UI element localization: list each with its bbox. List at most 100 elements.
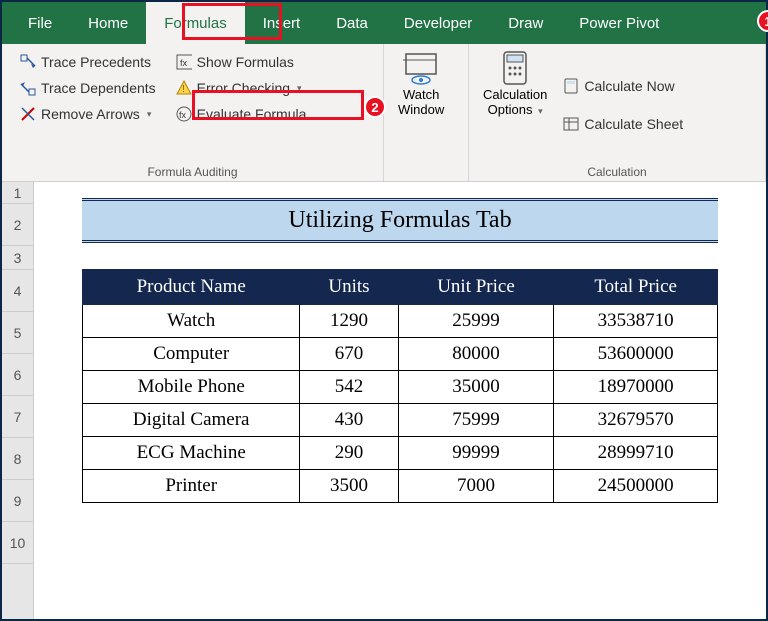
col-unit-price[interactable]: Unit Price [398,270,554,305]
ribbon-group-formula-auditing: Trace Precedents Trace Dependents Remove… [2,44,384,181]
row-header[interactable]: 9 [2,480,33,522]
cell-units[interactable]: 3500 [300,470,398,503]
cell-unit_price[interactable]: 35000 [398,371,554,404]
error-checking-label: Error Checking [197,80,290,96]
col-units[interactable]: Units [300,270,398,305]
cell-unit_price[interactable]: 80000 [398,338,554,371]
cell-unit_price[interactable]: 75999 [398,404,554,437]
worksheet: 1 2 3 4 5 6 7 8 9 10 Utilizing Formulas … [2,182,766,619]
calculate-sheet-icon [563,116,579,132]
cell-unit_price[interactable]: 7000 [398,470,554,503]
cell-product[interactable]: Computer [83,338,300,371]
group-label-watch [392,175,460,181]
cell-units[interactable]: 542 [300,371,398,404]
ribbon-group-watch: WatchWindow [384,44,469,181]
cell-total[interactable]: 18970000 [554,371,718,404]
row-headers: 1 2 3 4 5 6 7 8 9 10 [2,182,34,619]
show-formulas-button[interactable]: fx Show Formulas [172,52,311,72]
cell-units[interactable]: 290 [300,437,398,470]
cell-product[interactable]: Printer [83,470,300,503]
evaluate-formula-icon: fx [176,106,192,122]
row-header[interactable]: 2 [2,204,33,246]
watch-window-label: WatchWindow [398,88,444,118]
tab-data[interactable]: Data [318,2,386,44]
chevron-down-icon: ▾ [538,106,543,116]
cell-total[interactable]: 24500000 [554,470,718,503]
tab-developer[interactable]: Developer [386,2,490,44]
cell-units[interactable]: 1290 [300,305,398,338]
tab-home[interactable]: Home [70,2,146,44]
table-row: ECG Machine2909999928999710 [83,437,718,470]
col-product[interactable]: Product Name [83,270,300,305]
group-label-calculation: Calculation [477,161,757,181]
ribbon: Trace Precedents Trace Dependents Remove… [2,44,766,182]
trace-dependents-icon [20,80,36,96]
table-row: Computer6708000053600000 [83,338,718,371]
cell-total[interactable]: 53600000 [554,338,718,371]
show-formulas-label: Show Formulas [197,54,294,70]
trace-dependents-label: Trace Dependents [41,80,156,96]
remove-arrows-button[interactable]: Remove Arrows ▾ [16,104,160,124]
table-header-row: Product Name Units Unit Price Total Pric… [83,270,718,305]
tab-powerpivot[interactable]: Power Pivot [561,2,677,44]
svg-text:fx: fx [180,58,188,68]
callout-2: 2 [364,96,386,118]
cell-total[interactable]: 33538710 [554,305,718,338]
table-row: Mobile Phone5423500018970000 [83,371,718,404]
remove-arrows-icon [20,106,36,122]
table-row: Printer3500700024500000 [83,470,718,503]
tab-file[interactable]: File [10,2,70,44]
tab-draw[interactable]: Draw [490,2,561,44]
calculation-options-label: CalculationOptions ▾ [483,88,547,118]
chevron-down-icon: ▾ [297,83,302,94]
cell-units[interactable]: 670 [300,338,398,371]
row-header[interactable]: 7 [2,396,33,438]
calculate-sheet-button[interactable]: Calculate Sheet [559,114,687,134]
error-checking-icon: ! [176,80,192,96]
col-total[interactable]: Total Price [554,270,718,305]
calculator-icon [497,50,533,86]
chevron-down-icon: ▾ [147,109,152,120]
cell-total[interactable]: 32679570 [554,404,718,437]
cell-units[interactable]: 430 [300,404,398,437]
row-header[interactable]: 4 [2,270,33,312]
row-header[interactable]: 3 [2,246,33,270]
trace-dependents-button[interactable]: Trace Dependents [16,78,160,98]
calculate-now-button[interactable]: Calculate Now [559,76,687,96]
trace-precedents-button[interactable]: Trace Precedents [16,52,160,72]
evaluate-formula-button[interactable]: fx Evaluate Formula [172,104,311,124]
watch-window-icon [403,50,439,86]
trace-precedents-icon [20,54,36,70]
trace-precedents-label: Trace Precedents [41,54,151,70]
grid-area[interactable]: Utilizing Formulas Tab Product Name Unit… [34,182,766,619]
cell-unit_price[interactable]: 99999 [398,437,554,470]
tab-insert[interactable]: Insert [245,2,319,44]
cell-product[interactable]: ECG Machine [83,437,300,470]
row-header[interactable]: 8 [2,438,33,480]
cell-unit_price[interactable]: 25999 [398,305,554,338]
row-header[interactable]: 5 [2,312,33,354]
row-header[interactable]: 10 [2,522,33,564]
remove-arrows-label: Remove Arrows [41,106,140,122]
table-row: Digital Camera4307599932679570 [83,404,718,437]
cell-product[interactable]: Watch [83,305,300,338]
cell-total[interactable]: 28999710 [554,437,718,470]
tab-formulas[interactable]: Formulas [146,2,245,44]
row-header[interactable]: 6 [2,354,33,396]
data-table: Product Name Units Unit Price Total Pric… [82,269,718,503]
cell-product[interactable]: Digital Camera [83,404,300,437]
watch-window-button[interactable]: WatchWindow [392,48,450,175]
show-formulas-icon: fx [176,54,192,70]
calculate-sheet-label: Calculate Sheet [584,116,683,132]
menu-tabbar: File Home Formulas Insert Data Developer… [2,2,766,44]
cell-product[interactable]: Mobile Phone [83,371,300,404]
callout-1: 1 [757,10,768,32]
calculate-now-label: Calculate Now [584,78,674,94]
calculation-options-button[interactable]: CalculationOptions ▾ [477,48,553,161]
row-header[interactable]: 1 [2,182,33,204]
svg-text:!: ! [182,84,185,95]
sheet-title[interactable]: Utilizing Formulas Tab [82,198,718,243]
ribbon-group-calculation: CalculationOptions ▾ Calculate Now Calcu… [469,44,766,181]
error-checking-button[interactable]: ! Error Checking ▾ [172,78,311,98]
calculate-now-icon [563,78,579,94]
